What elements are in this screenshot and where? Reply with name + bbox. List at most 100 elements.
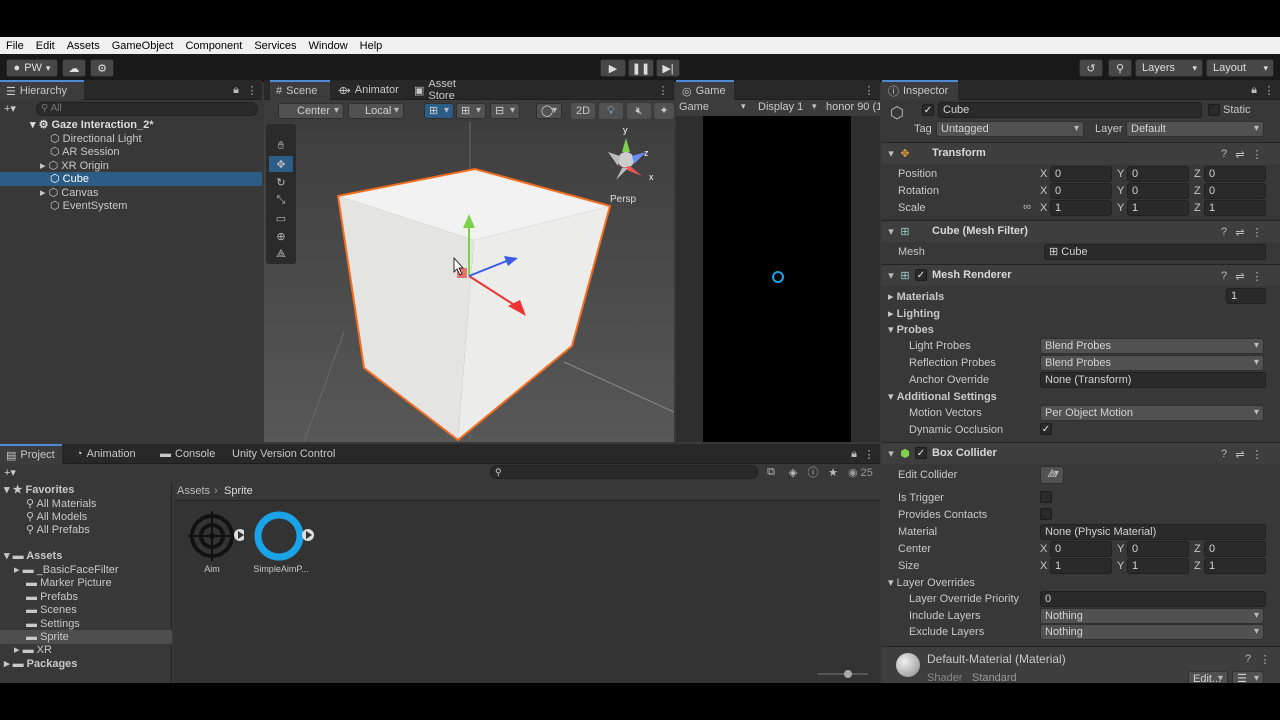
box-collider-enabled-checkbox[interactable]: ✓ xyxy=(915,447,927,459)
preset-icon[interactable]: ⇌ xyxy=(1234,147,1246,161)
center-y-field[interactable]: 0 xyxy=(1127,541,1189,557)
asset-aim[interactable]: Aim xyxy=(184,511,246,574)
pivot-dropdown[interactable]: Center xyxy=(278,103,344,119)
transform-tool-icon[interactable]: ⊕ xyxy=(269,228,293,244)
folder-settings[interactable]: ▬ Settings xyxy=(26,617,80,631)
additional-settings-foldout[interactable]: ▾ Additional Settings xyxy=(888,390,997,403)
grid-toggle-button[interactable]: ⊞ xyxy=(456,103,486,119)
hierarchy-item-eventsystem[interactable]: ⬡ EventSystem xyxy=(0,199,262,213)
edit-collider-button[interactable]: ⟁ xyxy=(1040,466,1064,484)
menu-component[interactable]: Component xyxy=(179,40,248,52)
play-button[interactable]: ▶ xyxy=(600,59,626,77)
include-layers-dropdown[interactable]: Nothing xyxy=(1040,608,1264,624)
assets-foldout[interactable]: ▾ ▬ Assets xyxy=(4,549,62,563)
asset-simpleaimpoint[interactable]: SimpleAimP... xyxy=(252,511,318,574)
rect-tool-icon[interactable]: ▭ xyxy=(269,210,293,226)
thumbnail-size-slider[interactable] xyxy=(818,670,868,678)
lighting-foldout[interactable]: ▸ Lighting xyxy=(888,307,940,320)
position-z-field[interactable]: 0 xyxy=(1204,166,1266,182)
space-dropdown[interactable]: Local xyxy=(348,103,404,119)
tab-asset-store[interactable]: ▣ Asset Store xyxy=(408,80,488,102)
folder-scenes[interactable]: ▬ Scenes xyxy=(26,603,77,617)
hierarchy-item-directional-light[interactable]: ⬡ Directional Light xyxy=(0,132,262,146)
probes-foldout[interactable]: ▾ Probes xyxy=(888,323,934,336)
center-x-field[interactable]: 0 xyxy=(1050,541,1112,557)
slider-handle[interactable] xyxy=(844,670,852,678)
rotation-y-field[interactable]: 0 xyxy=(1127,183,1189,199)
more-icon[interactable]: ⋮ xyxy=(864,83,875,97)
rotation-z-field[interactable]: 0 xyxy=(1204,183,1266,199)
favorite-star-icon[interactable]: ★ xyxy=(826,465,840,479)
help-icon[interactable]: ? xyxy=(1218,269,1230,283)
link-scale-icon[interactable]: ∞ xyxy=(1020,200,1034,214)
exclude-layers-dropdown[interactable]: Nothing xyxy=(1040,624,1264,640)
position-x-field[interactable]: 0 xyxy=(1050,166,1112,182)
account-button[interactable]: ● PW ▾ xyxy=(6,59,58,77)
hand-tool-icon[interactable]: ✋︎ xyxy=(269,138,293,154)
collab-icon[interactable]: ⚙ xyxy=(90,59,114,77)
help-icon[interactable]: ? xyxy=(1218,147,1230,161)
transform-header[interactable]: ▾ ✥ Transform ? ⇌ ⋮ xyxy=(882,142,1280,164)
history-icon[interactable]: ↺ xyxy=(1079,59,1103,77)
layer-overrides-foldout[interactable]: ▾ Layer Overrides xyxy=(888,576,975,589)
breadcrumb-assets[interactable]: Assets xyxy=(177,485,210,497)
tab-animator[interactable]: ⟴ Animator xyxy=(332,80,406,100)
menu-window[interactable]: Window xyxy=(303,40,354,52)
lock-icon[interactable]: 🔒︎ xyxy=(230,83,242,97)
lighting-toggle-icon[interactable]: 💡︎ xyxy=(599,103,623,119)
more-icon[interactable]: ⋮ xyxy=(1264,83,1275,97)
filter-hidden-icon[interactable]: ⓘ xyxy=(806,465,820,479)
help-icon[interactable]: ? xyxy=(1242,652,1254,666)
material-section[interactable]: Default-Material (Material) ? ⋮ Shader S… xyxy=(882,646,1280,683)
packages-foldout[interactable]: ▸ ▬ Packages xyxy=(4,657,77,671)
search-icon[interactable]: ⚲ xyxy=(1108,59,1132,77)
move-tool-icon[interactable]: ✥ xyxy=(269,156,293,172)
rotate-tool-icon[interactable]: ↻ xyxy=(269,174,293,190)
scene-viewport[interactable] xyxy=(264,122,674,442)
step-button[interactable]: ▶| xyxy=(656,59,680,77)
hidden-package-count[interactable]: ◉ 25 xyxy=(848,466,873,479)
collider-material-field[interactable]: None (Physic Material) xyxy=(1040,524,1266,540)
position-y-field[interactable]: 0 xyxy=(1127,166,1189,182)
tab-scene[interactable]: # Scene xyxy=(270,80,330,100)
game-render-area[interactable] xyxy=(703,116,851,442)
layers-dropdown[interactable]: Layers ▾ xyxy=(1135,59,1203,77)
menu-edit[interactable]: Edit xyxy=(30,40,61,52)
cloud-icon[interactable]: ☁ xyxy=(62,59,86,77)
size-y-field[interactable]: 1 xyxy=(1127,558,1189,574)
tab-unity-version-control[interactable]: Unity Version Control xyxy=(226,444,346,464)
grid-snap-button[interactable]: ⊞ xyxy=(424,103,454,119)
more-icon[interactable]: ⋮ xyxy=(246,83,258,97)
menu-gameobject[interactable]: GameObject xyxy=(106,40,180,52)
scale-y-field[interactable]: 1 xyxy=(1127,200,1189,216)
menu-services[interactable]: Services xyxy=(248,40,302,52)
favorites-foldout[interactable]: ▾ ★ Favorites xyxy=(4,483,74,497)
shader-edit-button[interactable]: Edit... xyxy=(1188,671,1228,683)
projection-label[interactable]: Persp xyxy=(610,194,636,205)
mesh-renderer-enabled-checkbox[interactable]: ✓ xyxy=(915,269,927,281)
scale-x-field[interactable]: 1 xyxy=(1050,200,1112,216)
box-collider-header[interactable]: ▾ ⬢ ✓ Box Collider ? ⇌ ⋮ xyxy=(882,442,1280,464)
custom-tool-icon[interactable]: ⟁ xyxy=(269,246,293,262)
display-dropdown[interactable]: Display 1 ▾ xyxy=(758,101,822,113)
more-icon[interactable]: ⋮ xyxy=(864,447,875,461)
menu-assets[interactable]: Assets xyxy=(61,40,106,52)
static-checkbox[interactable] xyxy=(1208,104,1220,116)
favorite-all-materials[interactable]: ⚲ All Materials xyxy=(26,497,96,511)
audio-toggle-icon[interactable]: 🔇︎ xyxy=(627,103,651,119)
scene-orientation-gizmo[interactable] xyxy=(618,152,634,168)
is-trigger-checkbox[interactable] xyxy=(1040,491,1052,503)
dynamic-occlusion-checkbox[interactable]: ✓ xyxy=(1040,423,1052,435)
component-menu-icon[interactable]: ⋮ xyxy=(1252,147,1263,161)
filter-label-icon[interactable]: ◈ xyxy=(786,465,800,479)
tab-inspector[interactable]: ⓘ Inspector xyxy=(882,80,958,100)
menu-file[interactable]: File xyxy=(0,40,30,52)
pause-button[interactable]: ❚❚ xyxy=(628,59,654,77)
hierarchy-item-xr-origin[interactable]: ▸ ⬡ XR Origin xyxy=(0,159,262,173)
preset-icon[interactable]: ⇌ xyxy=(1234,225,1246,239)
rotation-x-field[interactable]: 0 xyxy=(1050,183,1112,199)
mesh-object-field[interactable]: ⊞ Cube xyxy=(1044,244,1266,260)
provides-contacts-checkbox[interactable] xyxy=(1040,508,1052,520)
effects-toggle-icon[interactable]: ✦ xyxy=(654,103,674,119)
tab-console[interactable]: ▬ Console xyxy=(154,444,220,464)
